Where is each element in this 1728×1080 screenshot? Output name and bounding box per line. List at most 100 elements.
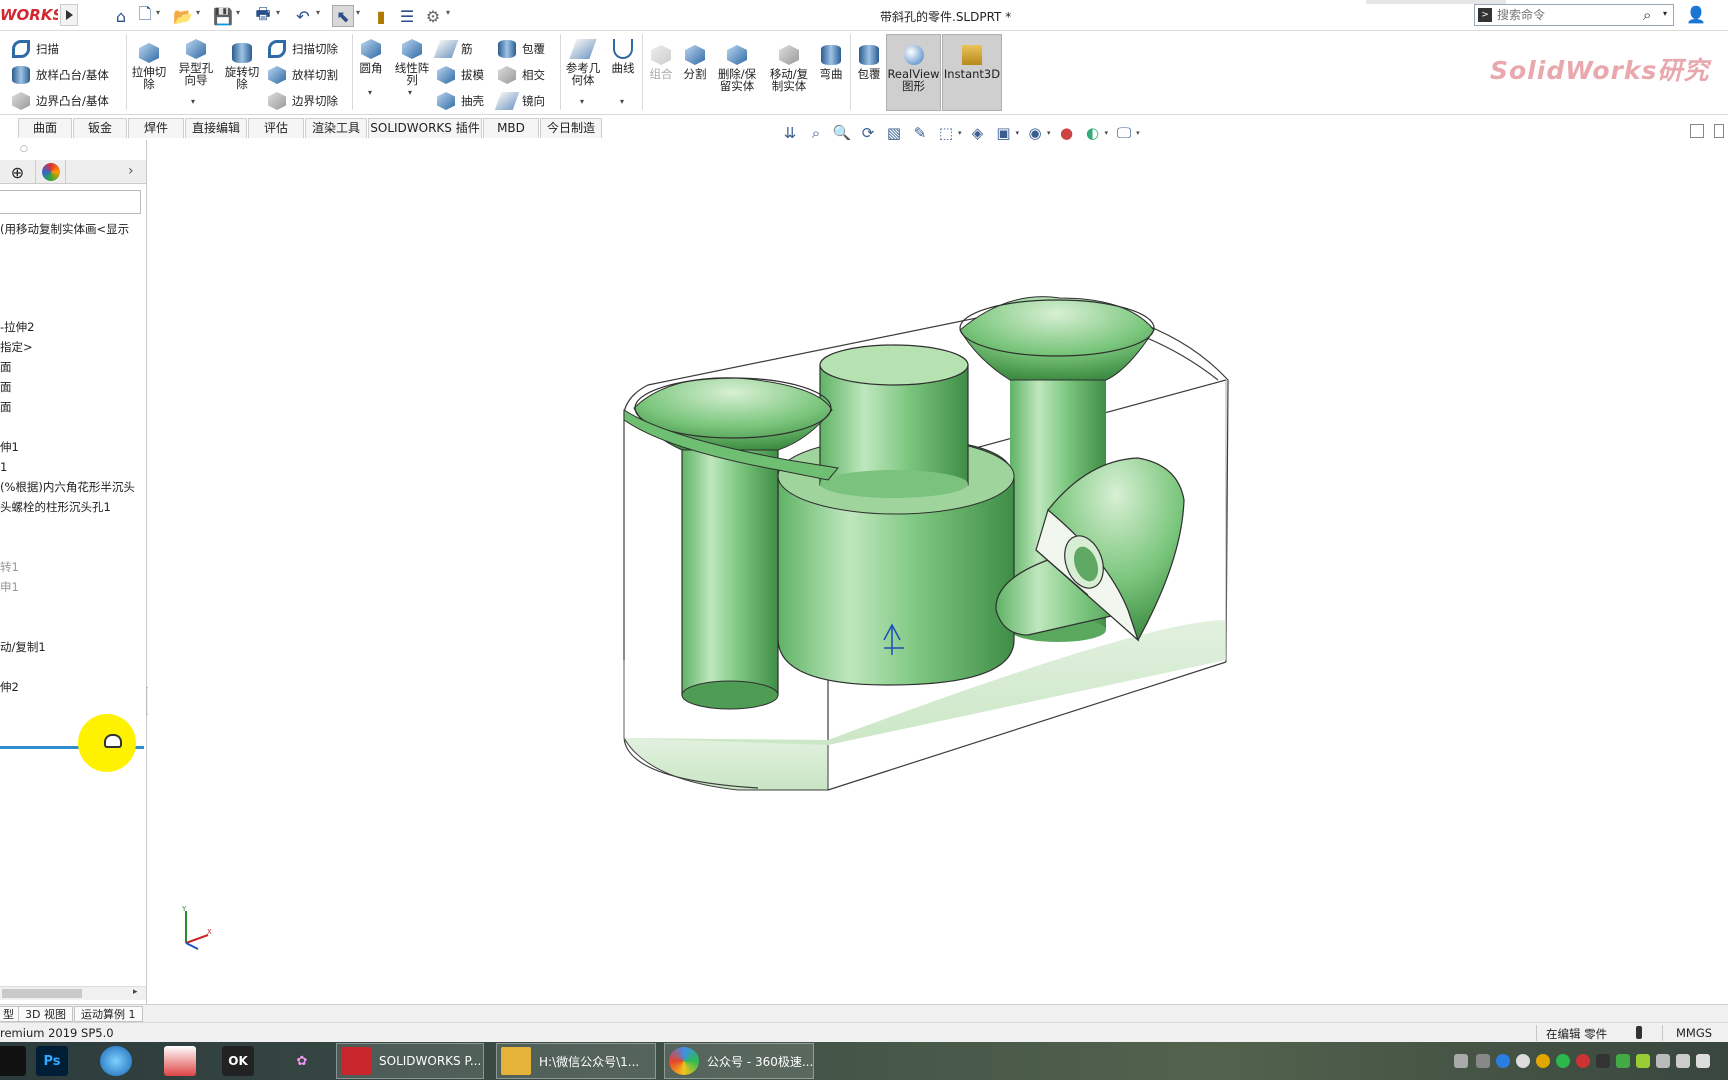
search-input[interactable] (1497, 7, 1637, 23)
ok-app-icon[interactable]: OK (222, 1046, 254, 1076)
graphics-area[interactable]: Y X (148, 140, 1728, 1006)
tree-item[interactable]: 1 (0, 458, 7, 476)
open-dropdown-icon[interactable]: ▾ (196, 8, 204, 20)
sweep-button[interactable]: 扫描 (12, 39, 59, 59)
linear-pattern-button[interactable]: 线性阵 列 (392, 39, 432, 86)
boundary-boss-button[interactable]: 边界凸台/基体 (12, 91, 109, 111)
units-indicator[interactable]: MMGS (1676, 1026, 1712, 1040)
tree-item[interactable]: 伸1 (0, 438, 19, 456)
photoshop-icon[interactable]: Ps (36, 1046, 68, 1076)
print-dropdown-icon[interactable]: ▾ (276, 8, 284, 20)
search-icon[interactable]: ⌕ (1643, 6, 1651, 24)
tab-solidworks-addins[interactable]: SOLIDWORKS 插件 (368, 118, 482, 138)
fillet-dropdown-icon[interactable]: ▾ (368, 88, 372, 97)
fillet-button[interactable]: 圆角 (356, 39, 386, 74)
flex-button[interactable]: 弯曲 (816, 45, 846, 80)
panel-horizontal-scrollbar[interactable]: ▸ (0, 986, 146, 1000)
tree-item[interactable]: (%根据)内六角花形半沉头 (0, 478, 135, 496)
view-settings-dropdown-icon[interactable]: ▾ (1136, 129, 1140, 137)
curves-button[interactable]: 曲线 (608, 39, 638, 74)
tree-item[interactable]: 头螺栓的柱形沉头孔1 (0, 498, 111, 516)
view-orientation-dropdown-icon[interactable]: ▾ (958, 129, 962, 137)
mirror-button[interactable]: 镜向 (494, 91, 545, 111)
undo-dropdown-icon[interactable]: ▾ (316, 8, 324, 20)
tree-item[interactable]: 指定> (0, 338, 33, 356)
search-dropdown-icon[interactable]: ▾ (1663, 9, 1667, 18)
options-gear-icon[interactable]: ⚙ (422, 5, 444, 27)
tab-motion-study[interactable]: 运动算例 1 (74, 1006, 143, 1022)
tree-item-suppressed[interactable]: 转1 (0, 558, 19, 576)
tab-mbd[interactable]: MBD (483, 118, 539, 138)
user-icon[interactable]: 👤 (1686, 5, 1706, 24)
swept-cut-button[interactable]: 扫描切除 (268, 39, 338, 59)
tab-render-tools[interactable]: 渲染工具 (305, 118, 367, 138)
part-model-view[interactable] (148, 140, 1728, 1006)
taskbar-browser[interactable]: 公众号 - 360极速... (664, 1043, 814, 1079)
tree-item[interactable]: 面 (0, 378, 12, 396)
wechat-icon[interactable] (1556, 1054, 1570, 1068)
tree-item[interactable]: 伸2 (0, 678, 19, 696)
split-button[interactable]: 分割 (680, 45, 710, 80)
scene-dropdown-icon[interactable]: ▾ (1105, 129, 1109, 137)
tray-expand-icon[interactable] (1476, 1054, 1490, 1068)
select-dropdown-icon[interactable]: ▾ (356, 8, 364, 20)
file-properties-icon[interactable]: ☰ (396, 5, 418, 27)
reference-geometry-button[interactable]: 参考几 何体 (563, 39, 603, 86)
display-manager-tab-icon[interactable] (36, 160, 66, 184)
volume-icon[interactable] (1676, 1054, 1690, 1068)
revolved-cut-button[interactable]: 旋转切 除 (222, 43, 262, 90)
security-icon[interactable] (1616, 1054, 1630, 1068)
user-menu-icon[interactable] (1714, 124, 1724, 138)
hole-wizard-button[interactable]: 异型孔 向导 (176, 39, 216, 86)
tab-sheet-metal[interactable]: 钣金 (73, 118, 127, 138)
select-icon[interactable]: ⬉ (332, 5, 354, 27)
loft-boss-button[interactable]: 放样凸台/基体 (12, 65, 109, 85)
keyboard-icon[interactable] (1454, 1054, 1468, 1068)
draft-button[interactable]: 拔模 (437, 65, 484, 85)
tree-item[interactable]: 动/复制1 (0, 638, 46, 656)
boundary-cut-button[interactable]: 边界切除 (268, 91, 338, 111)
tab-3d-views[interactable]: 3D 视图 (18, 1006, 73, 1022)
media-icon[interactable] (164, 1046, 196, 1076)
tab-weldments[interactable]: 焊件 (128, 118, 184, 138)
tree-filter-input[interactable] (0, 190, 141, 214)
input-method-icon[interactable] (1696, 1054, 1710, 1068)
home-icon[interactable]: ⌂ (110, 5, 132, 27)
lofted-cut-button[interactable]: 放样切割 (268, 65, 338, 85)
network-icon[interactable] (1656, 1054, 1670, 1068)
instant3d-button[interactable]: Instant3D (942, 34, 1002, 111)
hide-show-dropdown-icon[interactable]: ▾ (1047, 129, 1051, 137)
panel-grip[interactable]: ○ (20, 144, 28, 154)
ref-geometry-dropdown-icon[interactable]: ▾ (580, 97, 584, 106)
menu-expand-arrow[interactable] (60, 4, 78, 26)
tree-item[interactable]: 面 (0, 358, 12, 376)
save-dropdown-icon[interactable]: ▾ (236, 8, 244, 20)
panel-tabs-arrow-icon[interactable]: › (128, 163, 134, 179)
tree-item-suppressed[interactable]: 申1 (0, 578, 19, 596)
tab-surfaces[interactable]: 曲面 (18, 118, 72, 138)
restore-viewport-icon[interactable] (1690, 124, 1704, 138)
taskbar-solidworks[interactable]: SOLIDWORKS P... (336, 1043, 484, 1079)
k-app-icon[interactable] (1496, 1054, 1510, 1068)
save-icon[interactable]: 💾 (212, 5, 234, 27)
search-command-box[interactable]: > ⌕ ▾ (1474, 4, 1674, 26)
taskbar-explorer[interactable]: H:\微信公众号\1... (496, 1043, 656, 1079)
hole-wizard-dropdown-icon[interactable]: ▾ (191, 97, 195, 106)
tab-evaluate[interactable]: 评估 (248, 118, 304, 138)
display-style-dropdown-icon[interactable]: ▾ (1016, 129, 1020, 137)
ok-tray-icon[interactable] (1596, 1054, 1610, 1068)
tab-3dexperience[interactable]: 今日制造 (540, 118, 602, 138)
new-document-icon[interactable]: 🗋 (134, 4, 156, 27)
browser-icon[interactable] (100, 1046, 132, 1076)
traffic-light-icon[interactable]: ▮ (370, 5, 392, 27)
plus-icon[interactable] (1636, 1054, 1650, 1068)
wrap-button[interactable]: 包覆 (498, 39, 545, 59)
wrap-tool-button[interactable]: 包覆 (854, 45, 884, 80)
realview-button[interactable]: RealView 图形 (886, 34, 941, 111)
intersect-button[interactable]: 相交 (498, 65, 545, 85)
delete-keep-body-button[interactable]: 删除/保 留实体 (714, 45, 760, 92)
tree-item-root[interactable]: (用移动复制实体画<显示 (0, 220, 129, 238)
qq-icon[interactable] (1536, 1054, 1550, 1068)
dimxpert-tab-icon[interactable]: ⊕ (0, 160, 36, 184)
tree-item[interactable]: 面 (0, 398, 12, 416)
